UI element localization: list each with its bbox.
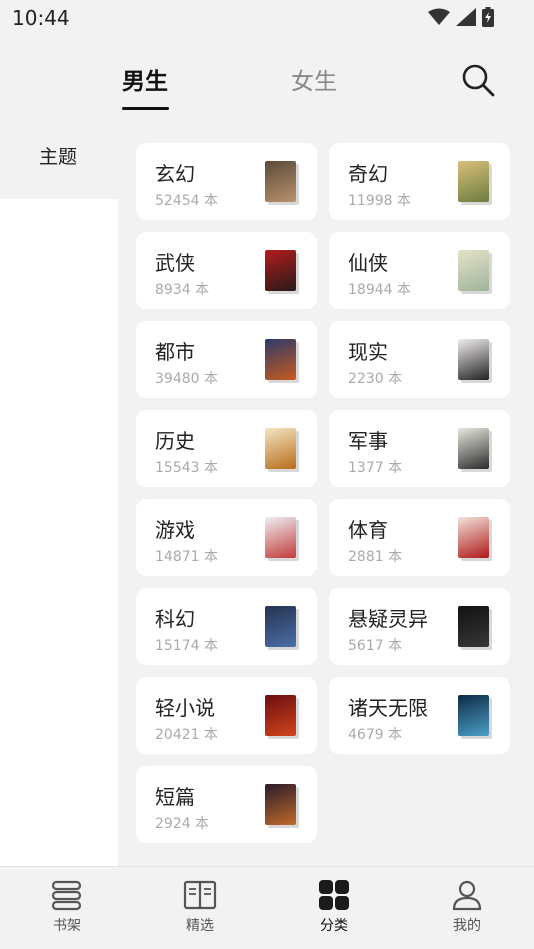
category-count: 20421 本 — [155, 727, 218, 743]
sidebar: 主题 — [0, 120, 118, 866]
category-count: 2881 本 — [348, 549, 403, 565]
book-cover-image — [458, 339, 489, 380]
book-cover-image — [265, 339, 296, 380]
wifi-icon — [428, 8, 450, 25]
nav-mine[interactable]: 我的 — [417, 867, 517, 949]
category-name: 科幻 — [155, 607, 195, 631]
book-cover-image — [458, 517, 489, 558]
category-name: 轻小说 — [155, 696, 215, 720]
category-name: 诸天无限 — [348, 696, 428, 720]
category-count: 18944 本 — [348, 282, 411, 298]
user-icon — [452, 880, 482, 911]
category-card[interactable]: 玄幻 52454 本 — [136, 143, 317, 220]
book-cover-image — [265, 784, 296, 825]
tab-active-indicator — [122, 107, 169, 110]
category-count: 15543 本 — [155, 460, 218, 476]
category-card[interactable]: 科幻 15174 本 — [136, 588, 317, 665]
status-icons — [428, 7, 494, 27]
nav-category-label: 分类 — [320, 918, 348, 934]
category-card[interactable]: 诸天无限 4679 本 — [329, 677, 510, 754]
category-count: 4679 本 — [348, 727, 403, 743]
category-count: 2924 本 — [155, 816, 210, 832]
category-name: 历史 — [155, 429, 195, 453]
nav-mine-label: 我的 — [453, 918, 481, 934]
book-cover-image — [265, 250, 296, 291]
search-icon — [462, 64, 495, 97]
grid-icon — [319, 880, 349, 910]
category-name: 悬疑灵异 — [348, 607, 428, 631]
category-card[interactable]: 现实 2230 本 — [329, 321, 510, 398]
category-name: 武侠 — [155, 251, 195, 275]
book-cover-image — [458, 695, 489, 736]
category-name: 短篇 — [155, 785, 195, 809]
category-card[interactable]: 历史 15543 本 — [136, 410, 317, 487]
book-cover-image — [265, 606, 296, 647]
bottom-nav: 书架 精选 分类 我的 — [0, 866, 534, 949]
tab-female[interactable]: 女生 — [291, 62, 337, 96]
category-card[interactable]: 都市 39480 本 — [136, 321, 317, 398]
status-bar: 10:44 — [0, 0, 534, 36]
category-name: 军事 — [348, 429, 388, 453]
category-name: 游戏 — [155, 518, 195, 542]
book-cover-image — [458, 606, 489, 647]
category-count: 52454 本 — [155, 193, 218, 209]
category-name: 都市 — [155, 340, 195, 364]
sidebar-item-label: 主题 — [39, 146, 78, 168]
bookshelf-icon — [51, 880, 82, 911]
category-count: 39480 本 — [155, 371, 218, 387]
book-cover-image — [458, 161, 489, 202]
category-count: 14871 本 — [155, 549, 218, 565]
book-cover-image — [265, 161, 296, 202]
book-cover-image — [265, 428, 296, 469]
nav-bookshelf[interactable]: 书架 — [17, 867, 117, 949]
search-button[interactable] — [460, 62, 496, 98]
category-count: 11998 本 — [348, 193, 411, 209]
signal-icon — [456, 8, 476, 26]
open-book-icon — [183, 880, 217, 910]
battery-icon — [482, 7, 494, 27]
category-count: 15174 本 — [155, 638, 218, 654]
category-card[interactable]: 短篇 2924 本 — [136, 766, 317, 843]
nav-bookshelf-label: 书架 — [53, 918, 81, 934]
category-count: 1377 本 — [348, 460, 403, 476]
category-count: 5617 本 — [348, 638, 403, 654]
category-name: 奇幻 — [348, 162, 388, 186]
header: 男生 女生 — [0, 50, 534, 120]
category-name: 现实 — [348, 340, 388, 364]
tab-male[interactable]: 男生 — [122, 62, 168, 96]
category-card[interactable]: 武侠 8934 本 — [136, 232, 317, 309]
category-card[interactable]: 仙侠 18944 本 — [329, 232, 510, 309]
category-card[interactable]: 体育 2881 本 — [329, 499, 510, 576]
category-count: 8934 本 — [155, 282, 210, 298]
category-card[interactable]: 游戏 14871 本 — [136, 499, 317, 576]
book-cover-image — [265, 517, 296, 558]
status-time: 10:44 — [12, 6, 70, 30]
book-cover-image — [458, 250, 489, 291]
book-cover-image — [458, 428, 489, 469]
category-name: 仙侠 — [348, 251, 388, 275]
sidebar-item-theme[interactable]: 主题 — [0, 120, 118, 199]
category-count: 2230 本 — [348, 371, 403, 387]
category-card[interactable]: 悬疑灵异 5617 本 — [329, 588, 510, 665]
category-name: 体育 — [348, 518, 388, 542]
nav-category[interactable]: 分类 — [284, 867, 384, 949]
nav-featured-label: 精选 — [186, 918, 214, 934]
nav-featured[interactable]: 精选 — [150, 867, 250, 949]
category-card[interactable]: 军事 1377 本 — [329, 410, 510, 487]
category-name: 玄幻 — [155, 162, 195, 186]
category-card[interactable]: 奇幻 11998 本 — [329, 143, 510, 220]
book-cover-image — [265, 695, 296, 736]
category-card[interactable]: 轻小说 20421 本 — [136, 677, 317, 754]
